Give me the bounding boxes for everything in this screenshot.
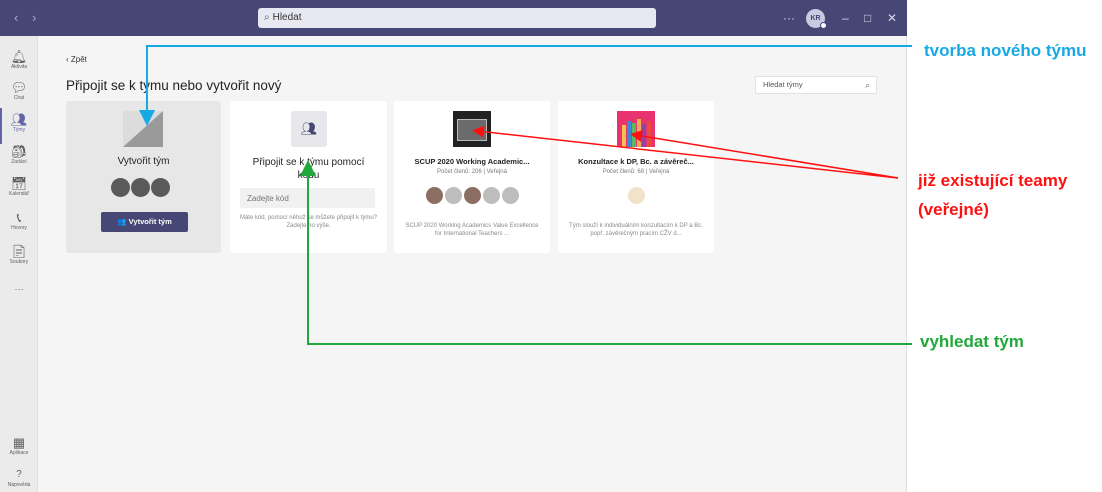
- team-card[interactable]: Konzultace k DP, Bc. a závěreč... Počet …: [558, 101, 714, 253]
- create-team-title: Vytvořit tým: [117, 156, 170, 167]
- team-meta: Počet členů: 68 | Veřejná: [602, 169, 670, 175]
- close-button[interactable]: ✕: [887, 11, 897, 25]
- rail-item-label: Aktivita: [10, 64, 28, 70]
- create-team-button-label: Vytvořit tým: [128, 217, 172, 226]
- team-description: Tým slouží k individuálním konzultacím k…: [569, 223, 703, 237]
- member-avatars: [558, 187, 714, 209]
- bell-icon: 🔔︎: [10, 49, 28, 64]
- calendar-icon: 📅︎: [10, 176, 28, 191]
- rail-item-label: Hovory: [11, 225, 27, 231]
- rail-item-more[interactable]: ···: [0, 282, 38, 297]
- maximize-button[interactable]: □: [864, 11, 871, 25]
- assignments-icon: 🎒︎: [10, 144, 28, 159]
- search-placeholder: Hledat: [272, 12, 302, 23]
- rail-item-label: Kalendář: [8, 191, 29, 197]
- team-meta: Počet členů: 206 | Veřejná: [437, 169, 507, 175]
- rail-item-calls[interactable]: 📞︎ Hovory: [0, 210, 38, 232]
- more-options-icon[interactable]: ···: [783, 11, 795, 25]
- team-search-placeholder: Hledat týmy: [763, 80, 803, 89]
- title-bar: ‹ › ⌕ Hledat ··· KR – □ ✕: [0, 0, 907, 36]
- teams-icon: 👥︎: [291, 111, 327, 147]
- rail-item-teams[interactable]: 👥︎ Týmy: [0, 112, 38, 134]
- create-team-card[interactable]: Vytvořit tým 👥 Vytvořit tým: [66, 101, 221, 253]
- member-placeholders: [111, 178, 171, 202]
- screenshot: ‹ › ⌕ Hledat ··· KR – □ ✕ 🔔︎ Aktivita 💬︎ …: [0, 0, 1102, 492]
- rail-item-activity[interactable]: 🔔︎ Aktivita: [0, 49, 38, 71]
- apps-icon: ▦: [12, 435, 26, 450]
- create-team-button[interactable]: 👥 Vytvořit tým: [101, 212, 188, 232]
- teams-window: ‹ › ⌕ Hledat ··· KR – □ ✕ 🔔︎ Aktivita 💬︎ …: [0, 0, 907, 492]
- rail-item-assignments[interactable]: 🎒︎ Zadání: [0, 144, 38, 166]
- team-card[interactable]: SCUP 2020 Working Academic... Počet člen…: [394, 101, 550, 253]
- rail-item-label: Nápověda: [7, 482, 31, 488]
- avatar: [463, 187, 481, 204]
- calls-icon: 📞︎: [16, 210, 22, 225]
- rail-item-chat[interactable]: 💬︎ Chat: [0, 80, 38, 102]
- join-code-input[interactable]: [240, 188, 375, 208]
- team-name: SCUP 2020 Working Academic...: [414, 157, 530, 166]
- back-link[interactable]: ‹ Zpět: [66, 55, 87, 64]
- avatar: [501, 187, 519, 204]
- avatar: [627, 187, 645, 204]
- team-description: SCUP 2020 Working Academics Value Excell…: [405, 223, 539, 237]
- team-image: [617, 111, 655, 147]
- add-team-icon: 👥: [117, 217, 127, 226]
- help-icon: ?: [16, 469, 22, 480]
- team-image: [453, 111, 491, 147]
- rail-item-files[interactable]: 📄︎ Soubory: [0, 244, 38, 266]
- rail-item-calendar[interactable]: 📅︎ Kalendář: [0, 176, 38, 198]
- team-name: Konzultace k DP, Bc. a závěreč...: [578, 157, 694, 166]
- avatar: [482, 187, 500, 204]
- annotation-existing-teams: již existující teamy (veřejné): [918, 171, 1068, 219]
- search-icon: ⌕: [264, 12, 270, 23]
- avatar: [444, 187, 462, 204]
- team-search-input[interactable]: Hledat týmy ⌕: [755, 76, 877, 94]
- join-help-text: Máte kód, pomocí něhož se můžete připoji…: [239, 215, 378, 229]
- more-icon: ···: [14, 284, 24, 294]
- rail-item-label: Aplikace: [9, 450, 29, 456]
- minimize-button[interactable]: –: [842, 11, 849, 25]
- presence-icon: [820, 22, 827, 29]
- rail-item-label: Týmy: [12, 127, 26, 133]
- rail-item-label: Chat: [13, 95, 25, 101]
- rail-item-help[interactable]: ? Nápověda: [0, 467, 38, 489]
- annotation-search-team: vyhledat tým: [920, 332, 1024, 351]
- rail-item-label: Soubory: [9, 259, 29, 265]
- page-title: Připojit se k týmu nebo vytvořit nový: [66, 78, 282, 93]
- annotation-create-team: tvorba nového týmu: [924, 41, 1087, 60]
- member-avatars: [394, 187, 550, 209]
- forward-arrow-icon[interactable]: ›: [32, 10, 36, 25]
- join-team-title: Připojit se k týmu pomocí kódu: [252, 157, 365, 181]
- rail-item-apps[interactable]: ▦ Aplikace: [0, 435, 38, 457]
- avatar: [425, 187, 443, 204]
- join-with-code-card: 👥︎ Připojit se k týmu pomocí kódu Máte k…: [230, 101, 387, 253]
- chat-icon: 💬︎: [10, 80, 28, 95]
- back-arrow-icon[interactable]: ‹: [14, 10, 18, 25]
- search-input[interactable]: ⌕ Hledat: [258, 8, 656, 28]
- files-icon: 📄︎: [10, 244, 28, 259]
- team-placeholder-image: [123, 111, 163, 147]
- teams-icon: 👥︎: [10, 112, 28, 127]
- search-icon: ⌕: [864, 80, 870, 90]
- rail-item-label: Zadání: [11, 159, 27, 165]
